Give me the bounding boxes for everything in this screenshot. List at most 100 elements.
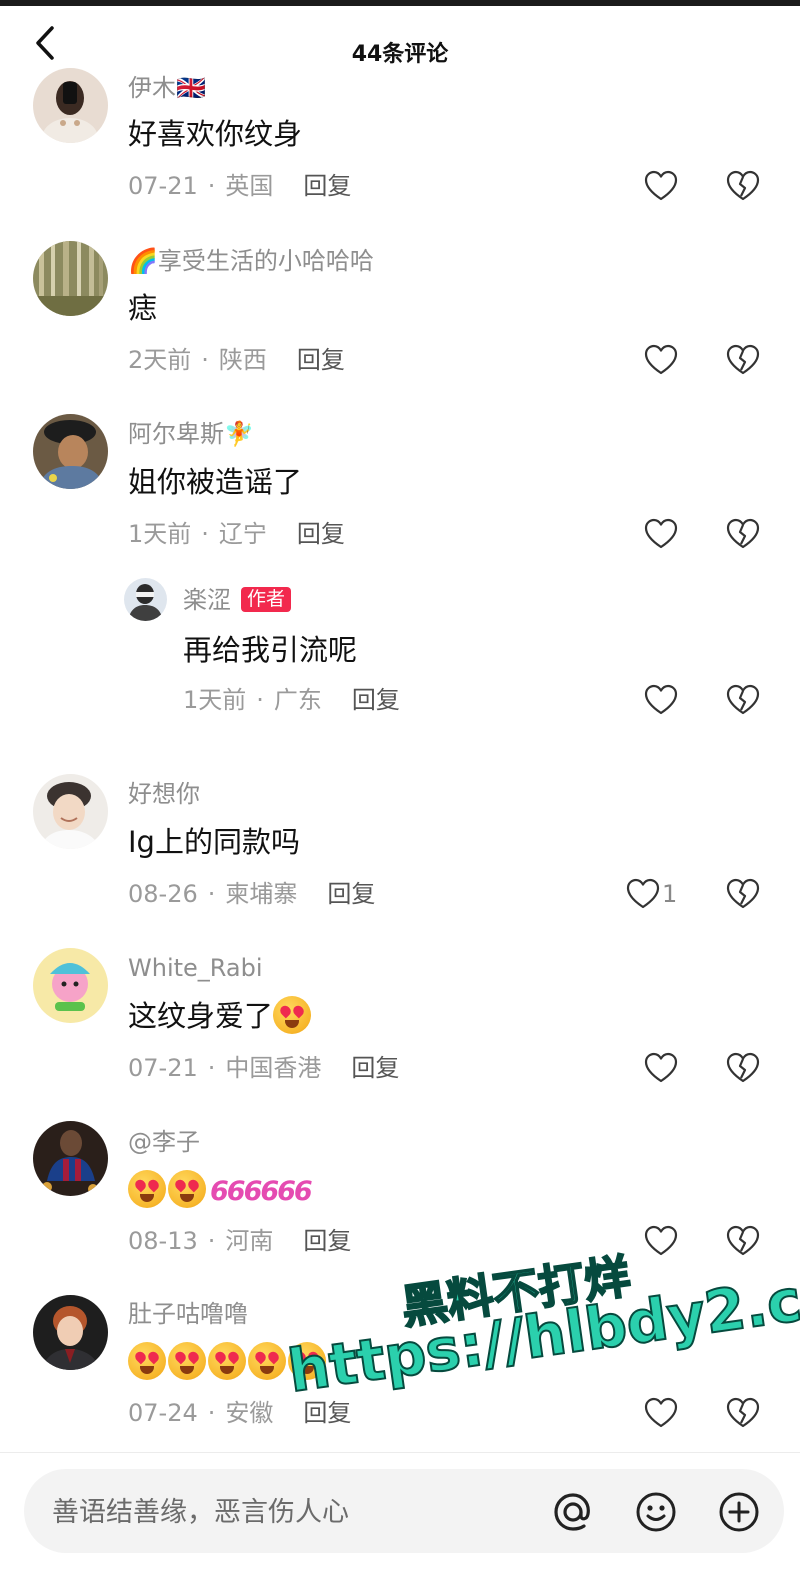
comment-location: 河南: [225, 1227, 274, 1255]
bottom-divider: [0, 1452, 800, 1453]
reply-username[interactable]: 楽涩: [183, 586, 231, 614]
comment-text: 666666: [128, 1170, 313, 1212]
comment-date: 2天前: [128, 346, 192, 374]
reply-button[interactable]: 回复: [352, 686, 400, 714]
author-badge: 作者: [241, 587, 292, 612]
comment-text-content: 666666: [210, 1176, 313, 1207]
heart-outline-icon[interactable]: [625, 878, 661, 910]
username[interactable]: 伊木🇬🇧: [128, 72, 206, 104]
meta-separator: ·: [207, 880, 216, 908]
reply-button[interactable]: 回复: [303, 172, 351, 200]
username[interactable]: @李子: [128, 1126, 200, 1158]
comment-meta: 08-13 · 河南 回复: [128, 1225, 351, 1257]
comment-input[interactable]: [50, 1487, 534, 1537]
heart-outline-icon[interactable]: [643, 518, 679, 550]
comment-text: 痣: [128, 291, 158, 325]
comment-text-content: 这纹身爱了: [128, 999, 274, 1033]
at-mention-icon[interactable]: [550, 1489, 596, 1535]
watermark-overlay: 黑料不打烊 https://hlbdy2.com: [282, 1248, 800, 1432]
broken-heart-icon[interactable]: [725, 1397, 761, 1429]
broken-heart-icon[interactable]: [725, 518, 761, 550]
comment-date: 1天前: [183, 686, 247, 714]
broken-heart-icon[interactable]: [725, 170, 761, 202]
heart-eyes-emoji-icon: [208, 1342, 246, 1380]
meta-separator: ·: [207, 1227, 216, 1255]
broken-heart-icon[interactable]: [725, 878, 761, 910]
comment-meta: 1天前 · 广东 回复: [183, 684, 400, 716]
watermark-line-1: 黑料不打烊: [397, 1248, 634, 1335]
heart-outline-icon[interactable]: [643, 344, 679, 376]
meta-separator: ·: [207, 1054, 216, 1082]
heart-eyes-emoji-icon: [168, 1170, 206, 1208]
broken-heart-icon[interactable]: [725, 344, 761, 376]
comment-meta: 07-21 · 中国香港 回复: [128, 1052, 399, 1084]
heart-eyes-emoji-icon: [248, 1342, 286, 1380]
comment-meta: 07-21 · 英国 回复: [128, 170, 351, 202]
reply-button[interactable]: 回复: [297, 520, 345, 548]
comment-meta: 08-26 · 柬埔寨 回复: [128, 878, 375, 910]
avatar[interactable]: [33, 68, 108, 143]
comment-date: 07-21: [128, 1054, 198, 1082]
avatar[interactable]: [33, 241, 108, 316]
comment-text: 姐你被造谣了: [128, 465, 303, 499]
comment-date: 07-21: [128, 172, 198, 200]
comment-location: 辽宁: [218, 520, 267, 548]
meta-separator: ·: [207, 1399, 216, 1427]
comment-date: 08-13: [128, 1227, 198, 1255]
heart-eyes-emoji-icon: [288, 1342, 326, 1380]
meta-separator: ·: [256, 686, 264, 714]
avatar[interactable]: [33, 1121, 108, 1196]
username[interactable]: 楽涩 作者: [183, 584, 292, 616]
broken-heart-icon[interactable]: [725, 1225, 761, 1257]
broken-heart-icon[interactable]: [725, 1052, 761, 1084]
comment-location: 柬埔寨: [225, 880, 298, 908]
comment-location: 中国香港: [225, 1054, 322, 1082]
username[interactable]: 肚子咕噜噜: [128, 1298, 248, 1330]
comment-meta: 2天前 · 陕西 回复: [128, 344, 345, 376]
heart-outline-icon[interactable]: [643, 1397, 679, 1429]
emoji-smiley-icon[interactable]: [633, 1489, 679, 1535]
comment-date: 1天前: [128, 520, 192, 548]
comment-text: 这纹身爱了: [128, 996, 313, 1036]
top-bar: 44条评论: [0, 0, 800, 80]
avatar[interactable]: [33, 414, 108, 489]
watermark-line-2: https://hlbdy2.com: [283, 1251, 800, 1406]
comment-text: [128, 1342, 328, 1382]
heart-outline-icon[interactable]: [643, 1052, 679, 1084]
heart-outline-icon[interactable]: [643, 170, 679, 202]
meta-separator: ·: [207, 172, 216, 200]
like-count: 1: [662, 880, 678, 908]
comment-date: 08-26: [128, 880, 198, 908]
reply-button[interactable]: 回复: [303, 1399, 351, 1427]
broken-heart-icon[interactable]: [725, 684, 761, 716]
comment-location: 安徽: [225, 1399, 274, 1427]
heart-eyes-emoji-icon: [273, 996, 312, 1034]
avatar[interactable]: [124, 578, 167, 621]
username[interactable]: 🌈享受生活的小哈哈哈: [128, 245, 374, 277]
comment-meta: 07-24 · 安徽 回复: [128, 1397, 351, 1429]
avatar[interactable]: [33, 774, 108, 849]
heart-eyes-emoji-icon: [128, 1342, 166, 1380]
comment-location: 英国: [225, 172, 274, 200]
comment-location: 广东: [273, 686, 322, 714]
heart-eyes-emoji-icon: [128, 1170, 166, 1208]
reply-button[interactable]: 回复: [327, 880, 375, 908]
comment-text: 好喜欢你纹身: [128, 117, 303, 151]
username[interactable]: White_Rabi: [128, 952, 263, 984]
comment-location: 陕西: [218, 346, 267, 374]
reply-button[interactable]: 回复: [303, 1227, 351, 1255]
reply-button[interactable]: 回复: [297, 346, 345, 374]
avatar[interactable]: [33, 1295, 108, 1370]
username[interactable]: 阿尔卑斯🧚: [128, 418, 254, 450]
comment-input-bar: [24, 1469, 784, 1553]
heart-outline-icon[interactable]: [643, 1225, 679, 1257]
comment-text: 再给我引流呢: [183, 633, 358, 667]
reply-button[interactable]: 回复: [351, 1054, 399, 1082]
meta-separator: ·: [201, 520, 209, 548]
comment-text: Ig上的同款吗: [128, 825, 300, 859]
comments-title: 44条评论: [351, 42, 449, 67]
add-plus-circle-icon[interactable]: [716, 1489, 762, 1535]
heart-outline-icon[interactable]: [643, 684, 679, 716]
username[interactable]: 好想你: [128, 778, 200, 810]
avatar[interactable]: [33, 948, 108, 1023]
